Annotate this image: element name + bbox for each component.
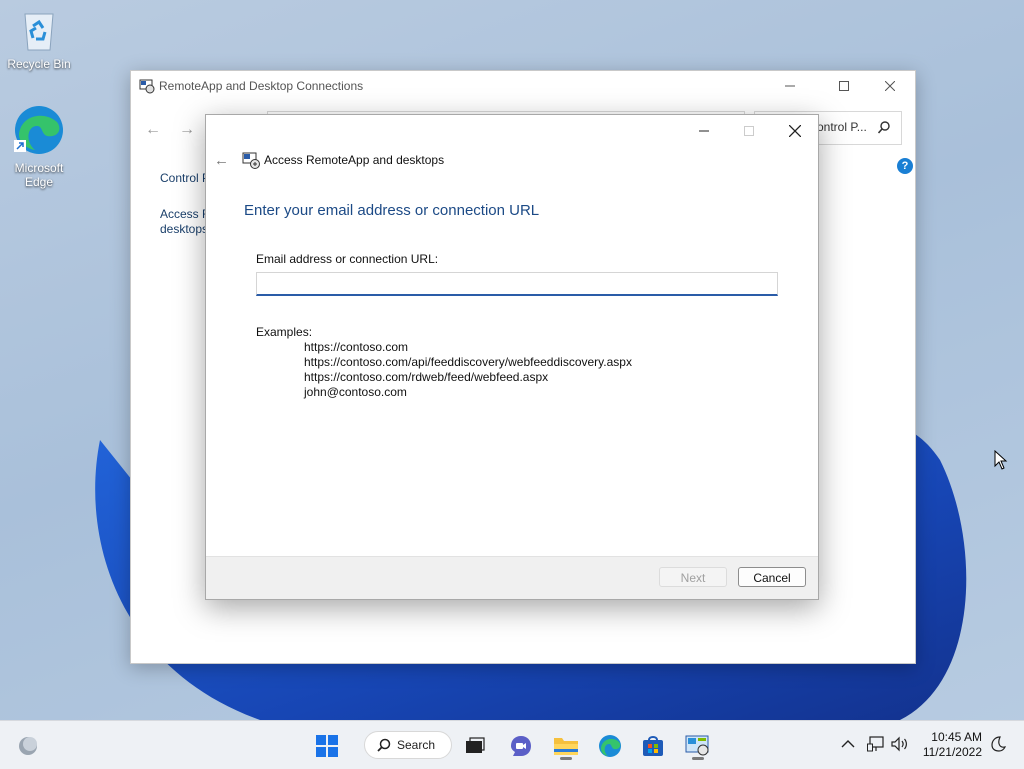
url-field-label: Email address or connection URL: bbox=[256, 252, 439, 266]
recycle-bin-label: Recycle Bin bbox=[7, 57, 71, 71]
example-item: https://contoso.com/rdweb/feed/webfeed.a… bbox=[304, 370, 549, 384]
taskbar-clock[interactable]: 10:45 AM 11/21/2022 bbox=[923, 730, 982, 760]
minimize-icon bbox=[699, 130, 709, 132]
dialog-heading: Enter your email address or connection U… bbox=[244, 202, 540, 219]
arrow-left-icon: ← bbox=[214, 152, 229, 169]
show-hidden-icons-button[interactable] bbox=[841, 736, 855, 752]
back-nav-button[interactable]: ← bbox=[145, 121, 161, 139]
example-item: https://contoso.com bbox=[304, 340, 409, 354]
close-button[interactable] bbox=[867, 71, 913, 101]
close-icon bbox=[789, 125, 801, 137]
dialog-minimize-button[interactable] bbox=[681, 117, 727, 145]
search-placeholder: ontrol P... bbox=[817, 120, 867, 134]
search-icon bbox=[878, 121, 890, 134]
store-button[interactable] bbox=[637, 730, 669, 762]
dialog-maximize-button bbox=[726, 117, 772, 145]
search-icon bbox=[377, 738, 391, 752]
close-icon bbox=[885, 81, 895, 91]
control-panel-icon bbox=[685, 735, 709, 756]
dialog-close-button[interactable] bbox=[772, 117, 818, 145]
mouse-cursor-icon bbox=[994, 450, 1008, 470]
chat-icon bbox=[511, 736, 531, 756]
edge-icon bbox=[1, 104, 77, 159]
network-icon bbox=[867, 736, 884, 752]
sidebar-link-access-line1: Access R bbox=[160, 207, 211, 221]
speaker-icon bbox=[891, 736, 907, 752]
help-button[interactable]: ? bbox=[897, 158, 913, 174]
folder-icon bbox=[554, 738, 578, 755]
focus-moon-icon bbox=[991, 736, 1007, 752]
example-item: john@contoso.com bbox=[304, 385, 407, 399]
remoteapp-taskbar-button[interactable] bbox=[682, 730, 714, 762]
chat-button[interactable] bbox=[505, 730, 537, 762]
task-view-icon bbox=[466, 737, 485, 753]
dialog-title: Access RemoteApp and desktops bbox=[264, 153, 445, 167]
clock-time: 10:45 AM bbox=[931, 730, 982, 744]
store-icon bbox=[643, 736, 663, 756]
maximize-icon bbox=[839, 81, 849, 91]
minimize-button[interactable] bbox=[767, 71, 813, 101]
file-explorer-button[interactable] bbox=[550, 730, 582, 762]
widgets-button[interactable] bbox=[12, 730, 44, 762]
taskbar-search-label: Search bbox=[397, 738, 436, 752]
forward-nav-button[interactable]: → bbox=[179, 121, 195, 139]
next-button[interactable]: Next bbox=[659, 567, 727, 587]
notifications-button[interactable] bbox=[990, 736, 1007, 755]
taskbar-search[interactable]: Search bbox=[364, 731, 452, 759]
minimize-icon bbox=[785, 85, 795, 87]
arrow-right-icon: → bbox=[179, 121, 195, 138]
desktop-icon-recycle-bin[interactable]: Recycle Bin bbox=[1, 8, 77, 71]
clock-date: 11/21/2022 bbox=[922, 745, 982, 759]
dialog-footer: Next Cancel bbox=[206, 556, 818, 599]
examples-label: Examples: bbox=[256, 325, 313, 339]
sidebar-link-access[interactable]: Access R desktops bbox=[160, 207, 211, 237]
url-input[interactable] bbox=[256, 272, 778, 296]
windows-logo-icon bbox=[316, 735, 338, 757]
desktop-icon-edge[interactable]: Microsoft Edge bbox=[1, 104, 77, 189]
cancel-button[interactable]: Cancel bbox=[738, 567, 806, 587]
remoteapp-window-icon bbox=[139, 79, 155, 94]
edge-taskbar-button[interactable] bbox=[594, 730, 626, 762]
volume-button[interactable] bbox=[891, 736, 909, 755]
edge-icon bbox=[599, 735, 621, 757]
active-indicator bbox=[692, 757, 704, 760]
sidebar-link-access-line2: desktops bbox=[160, 222, 209, 236]
examples-list: https://contoso.com https://contoso.com/… bbox=[304, 340, 632, 400]
task-view-button[interactable] bbox=[459, 730, 491, 762]
chevron-up-icon bbox=[841, 740, 855, 748]
maximize-icon bbox=[744, 126, 754, 136]
window-title: RemoteApp and Desktop Connections bbox=[159, 79, 364, 93]
access-remoteapp-dialog: ← Access RemoteApp and desktops Enter yo… bbox=[205, 114, 819, 600]
maximize-button[interactable] bbox=[821, 71, 867, 101]
active-indicator bbox=[560, 757, 572, 760]
recycle-bin-icon bbox=[1, 8, 77, 55]
edge-label-line1: Microsoft bbox=[14, 161, 64, 175]
taskbar: Search 10:45 AM 11/21/2022 bbox=[0, 720, 1024, 769]
sidebar-link-control-panel[interactable]: Control P bbox=[160, 171, 210, 186]
example-item: https://contoso.com/api/feeddiscovery/we… bbox=[304, 355, 632, 369]
start-button[interactable] bbox=[311, 730, 343, 762]
edge-label-line2: Edge bbox=[24, 175, 54, 189]
remoteapp-icon bbox=[242, 152, 260, 169]
network-button[interactable] bbox=[867, 736, 885, 755]
dialog-back-button[interactable]: ← bbox=[214, 152, 229, 169]
weather-icon bbox=[19, 737, 37, 755]
arrow-left-icon: ← bbox=[145, 121, 161, 138]
